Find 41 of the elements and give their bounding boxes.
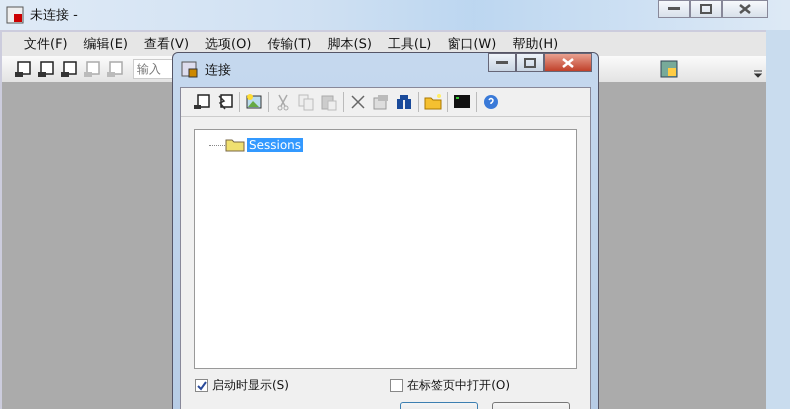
menu-item[interactable]: 文件(F): [16, 35, 76, 53]
checkbox[interactable]: 在标签页中打开(O): [390, 377, 510, 394]
close-icon: [562, 58, 574, 68]
maximize-button[interactable]: [516, 53, 544, 72]
menu-item[interactable]: 窗口(W): [439, 35, 504, 53]
menu-item[interactable]: 工具(L): [380, 35, 440, 53]
close-button[interactable]: [722, 0, 768, 18]
folder-icon[interactable]: [424, 93, 442, 111]
menu-item[interactable]: 传输(T): [259, 35, 320, 53]
menu-item[interactable]: 帮助(H): [504, 35, 566, 53]
computer-icon[interactable]: [216, 93, 234, 111]
maximize-button[interactable]: [690, 0, 722, 18]
menu-item[interactable]: 查看(V): [136, 35, 198, 53]
minimize-button[interactable]: [488, 53, 516, 72]
computer-icon[interactable]: [14, 60, 34, 78]
delete-icon[interactable]: [349, 93, 367, 111]
close-button[interactable]: [544, 53, 592, 72]
picture-icon[interactable]: [245, 93, 263, 111]
computer-icon[interactable]: [193, 93, 211, 111]
overflow-icon[interactable]: [754, 70, 762, 78]
folder-icon: [225, 138, 245, 152]
close-icon: [739, 4, 751, 14]
minimize-button[interactable]: [658, 0, 690, 18]
minimize-icon: [496, 60, 508, 64]
dialog-title: 连接: [205, 62, 231, 79]
window-icon: [181, 61, 199, 79]
computer-icon[interactable]: [60, 60, 80, 78]
menu-item[interactable]: 脚本(S): [320, 35, 380, 53]
maximize-icon: [524, 58, 536, 68]
computer-icon[interactable]: [37, 60, 57, 78]
clipboard-icon[interactable]: [320, 93, 338, 111]
maximize-icon: [700, 4, 712, 14]
checkmark-icon: [196, 380, 206, 390]
minimize-icon: [668, 7, 680, 11]
help-icon[interactable]: [482, 93, 500, 111]
terminal-icon[interactable]: [453, 93, 471, 111]
menu-item[interactable]: 编辑(E): [76, 35, 136, 53]
checkbox[interactable]: 启动时显示(S): [195, 377, 289, 394]
terminal-icon: [6, 6, 24, 24]
window-title: 未连接 -: [30, 7, 78, 24]
menu-item[interactable]: 选项(O): [197, 35, 260, 53]
